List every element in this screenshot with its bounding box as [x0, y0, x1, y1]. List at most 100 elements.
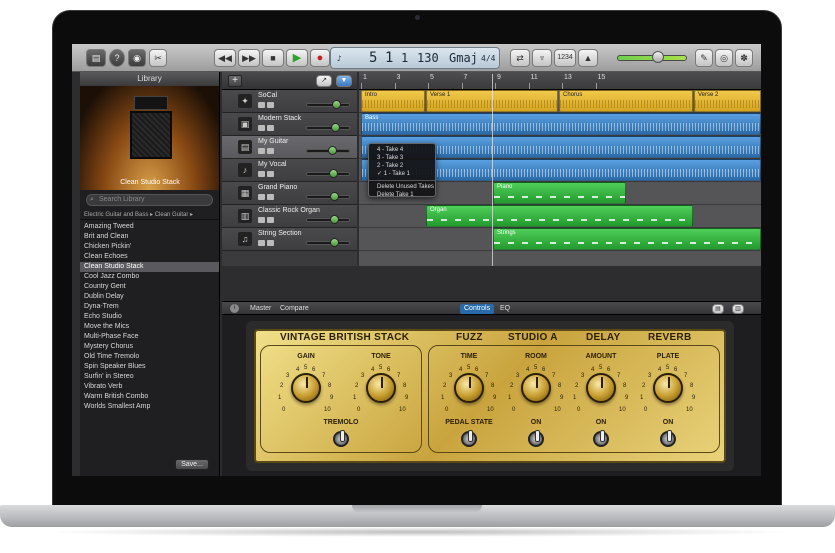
mute-button[interactable]: [258, 240, 265, 246]
rewind-button[interactable]: ◀◀: [214, 49, 236, 67]
track-volume-slider[interactable]: [306, 241, 350, 245]
track-header[interactable]: ▤ My Guitar: [222, 136, 357, 159]
track-volume-slider[interactable]: [306, 172, 350, 176]
smart-controls-button[interactable]: ◉: [128, 49, 146, 67]
mute-button[interactable]: [258, 217, 265, 223]
library-breadcrumb[interactable]: Electric Guitar and Bass ▸ Clean Guitar …: [80, 210, 219, 220]
pedal-state-switch[interactable]: [461, 430, 477, 447]
mute-button[interactable]: [258, 125, 265, 131]
solo-button[interactable]: [267, 194, 274, 200]
track-header[interactable]: ♫ String Section: [222, 228, 357, 251]
master-volume-knob[interactable]: [652, 51, 664, 63]
track-volume-slider[interactable]: [306, 195, 350, 199]
mute-button[interactable]: [258, 102, 265, 108]
track-header[interactable]: ▦ Grand Piano: [222, 182, 357, 205]
room-knob[interactable]: [521, 373, 551, 403]
notepad-button[interactable]: ✎: [695, 49, 713, 67]
amount-knob[interactable]: [586, 373, 616, 403]
info-button[interactable]: i: [230, 304, 239, 313]
time-knob[interactable]: [454, 373, 484, 403]
takes-menu-item[interactable]: 2 - Take 2: [369, 162, 435, 170]
delete-take-item[interactable]: Delete Take 1: [369, 191, 435, 199]
play-button[interactable]: ▶: [286, 49, 308, 67]
library-patch-item[interactable]: Dublin Delay: [80, 292, 219, 302]
master-tab[interactable]: Master: [246, 304, 275, 314]
library-patch-item[interactable]: Dyna-Trem: [80, 302, 219, 312]
library-patch-item[interactable]: Spin Speaker Blues: [80, 362, 219, 372]
mute-button[interactable]: [258, 194, 265, 200]
solo-button[interactable]: [267, 102, 274, 108]
delay-on-switch[interactable]: [593, 430, 609, 447]
region-piano[interactable]: Piano: [493, 182, 626, 204]
stop-button[interactable]: ■: [262, 49, 284, 67]
track-header[interactable]: ▣ Modern Stack: [222, 113, 357, 136]
show-plugins-button[interactable]: ▤: [712, 304, 724, 314]
save-patch-button[interactable]: Save...: [175, 459, 209, 470]
playhead[interactable]: [492, 74, 493, 266]
track-header[interactable]: ♪ My Vocal: [222, 159, 357, 182]
library-patch-item[interactable]: Warm British Combo: [80, 392, 219, 402]
library-patch-item[interactable]: Worlds Smallest Amp: [80, 402, 219, 412]
library-patch-item[interactable]: Multi-Phase Face: [80, 332, 219, 342]
solo-button[interactable]: [267, 217, 274, 223]
track-volume-knob[interactable]: [328, 146, 337, 155]
delete-unused-takes-item[interactable]: Delete Unused Takes: [369, 183, 435, 191]
track-volume-knob[interactable]: [332, 100, 341, 109]
track-volume-slider[interactable]: [306, 103, 350, 107]
add-track-button[interactable]: +: [228, 75, 242, 87]
library-patch-item[interactable]: Amazing Tweed: [80, 222, 219, 232]
library-patch-item[interactable]: Brit and Clean: [80, 232, 219, 242]
track-header[interactable]: ▥ Classic Rock Organ: [222, 205, 357, 228]
library-search-input[interactable]: ⌕ Search Library: [86, 194, 213, 206]
region-intro[interactable]: Intro: [361, 90, 425, 112]
track-volume-slider[interactable]: [306, 218, 350, 222]
tremolo-switch[interactable]: [333, 430, 349, 447]
filter-button[interactable]: ▼: [336, 75, 352, 87]
plate-knob[interactable]: [653, 373, 683, 403]
track-volume-slider[interactable]: [306, 126, 350, 130]
mute-button[interactable]: [258, 171, 265, 177]
record-button[interactable]: ●: [310, 49, 330, 67]
eq-tab[interactable]: EQ: [496, 304, 514, 314]
takes-menu-item[interactable]: 4 - Take 4: [369, 146, 435, 154]
gain-knob[interactable]: [291, 373, 321, 403]
takes-menu-item[interactable]: 3 - Take 3: [369, 154, 435, 162]
library-button[interactable]: ▤: [86, 49, 106, 67]
solo-button[interactable]: [267, 171, 274, 177]
solo-button[interactable]: [267, 125, 274, 131]
library-patch-item[interactable]: Mystery Chorus: [80, 342, 219, 352]
metronome-button[interactable]: ▲: [578, 49, 598, 67]
show-editor-button[interactable]: ▥: [732, 304, 744, 314]
solo-button[interactable]: [267, 148, 274, 154]
cycle-button[interactable]: ⇄: [510, 49, 530, 67]
reverb-on-switch[interactable]: [660, 430, 676, 447]
tone-knob[interactable]: [366, 373, 396, 403]
library-patch-item[interactable]: Chicken Pickin': [80, 242, 219, 252]
library-patch-item[interactable]: Surfin' in Stereo: [80, 372, 219, 382]
track-volume-knob[interactable]: [330, 238, 339, 247]
compare-tab[interactable]: Compare: [276, 304, 313, 314]
help-button[interactable]: ?: [109, 49, 125, 67]
fast-forward-button[interactable]: ▶▶: [238, 49, 260, 67]
library-patch-item[interactable]: Vibrato Verb: [80, 382, 219, 392]
track-header[interactable]: ✦ SoCal: [222, 90, 357, 113]
mute-button[interactable]: [258, 148, 265, 154]
editors-button[interactable]: ✂: [149, 49, 167, 67]
timeline-ruler[interactable]: 1 3 5 7 9 11 13 15: [359, 72, 761, 90]
catch-button[interactable]: ↗: [316, 75, 332, 87]
library-patch-item[interactable]: Clean Studio Stack: [80, 262, 219, 272]
region-bass[interactable]: Bass: [361, 113, 761, 135]
library-patch-item[interactable]: Country Gent: [80, 282, 219, 292]
library-patch-item[interactable]: Cool Jazz Combo: [80, 272, 219, 282]
loop-browser-button[interactable]: ◎: [715, 49, 733, 67]
room-on-switch[interactable]: [528, 430, 544, 447]
region-verse-2[interactable]: Verse 2: [694, 90, 761, 112]
region-strings[interactable]: Strings: [493, 228, 761, 250]
solo-button[interactable]: [267, 240, 274, 246]
track-volume-knob[interactable]: [330, 192, 339, 201]
controls-tab[interactable]: Controls: [460, 304, 495, 314]
media-browser-button[interactable]: ✽: [735, 49, 753, 67]
lcd-display[interactable]: ♪ 5 1 1 130 Gmaj 4/4: [330, 47, 500, 69]
library-patch-item[interactable]: Move the Mics: [80, 322, 219, 332]
region-organ[interactable]: Organ: [426, 205, 693, 227]
